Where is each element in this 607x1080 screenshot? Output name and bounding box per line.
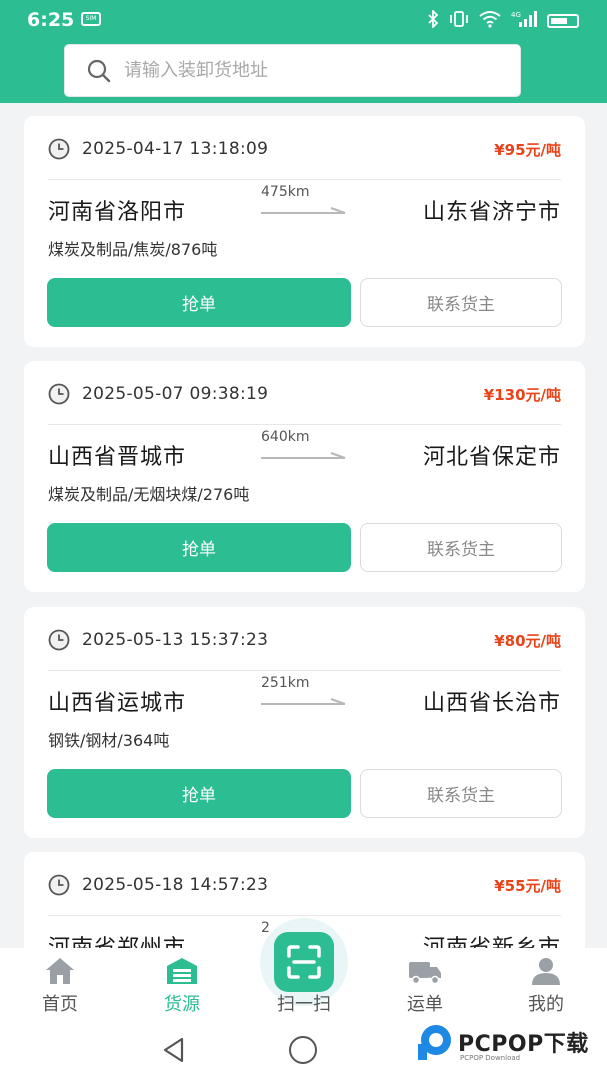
nav-waybill-label: 运单 [407, 994, 443, 1015]
scan-button[interactable] [274, 932, 334, 992]
contact-shipper-button[interactable]: 联系货主 [360, 769, 562, 818]
route-arrow-icon [261, 452, 346, 459]
nav-waybill[interactable]: 运单 [380, 948, 470, 1018]
watermark: PCPOP下载 PCPOP Download [416, 1022, 606, 1072]
nav-scan-label[interactable]: 扫一扫 [254, 990, 354, 1016]
cargo-description: 煤炭及制品/无烟块煤/276吨 [48, 485, 250, 504]
bluetooth-icon [427, 8, 439, 32]
contact-shipper-button[interactable]: 联系货主 [360, 278, 562, 327]
order-header: 2025-05-07 09:38:19 ¥130元/吨 [48, 379, 561, 409]
nav-home[interactable]: 首页 [15, 948, 105, 1018]
back-icon[interactable] [160, 1036, 188, 1064]
status-time: 6:25 [27, 9, 75, 31]
order-price: ¥55元/吨 [494, 876, 561, 895]
bottom-nav: 首页 货源 扫一扫 运单 我的 [0, 918, 607, 1018]
order-card: 2025-05-13 15:37:23 ¥80元/吨 山西省运城市 251km … [24, 607, 585, 838]
divider [48, 424, 561, 425]
watermark-subtitle: PCPOP Download [460, 1054, 521, 1062]
order-header: 2025-04-17 13:18:09 ¥95元/吨 [48, 134, 561, 164]
route-distance: 640km [261, 429, 310, 445]
search-icon [87, 59, 111, 82]
cargo-description: 煤炭及制品/焦炭/876吨 [48, 240, 218, 259]
route-destination: 山西省长治市 [422, 691, 561, 716]
header: 6:25 SIM 4G [0, 0, 607, 103]
truck-icon [409, 962, 441, 985]
scan-icon [287, 945, 321, 979]
user-icon [532, 958, 560, 985]
status-bar: 6:25 SIM 4G [0, 0, 607, 40]
order-header: 2025-05-18 14:57:23 ¥55元/吨 [48, 870, 561, 900]
app-screen: 6:25 SIM 4G 请输入装卸货地址 2025-04-17 13:18:09… [0, 0, 607, 1080]
route-distance: 251km [261, 675, 310, 691]
divider [48, 179, 561, 180]
route-origin: 山西省晋城市 [48, 445, 187, 470]
clock-icon [48, 383, 70, 405]
home-icon [46, 958, 74, 984]
watermark-logo-icon [418, 1025, 451, 1060]
order-price: ¥80元/吨 [494, 631, 561, 650]
clock-icon [48, 874, 70, 896]
search-input[interactable] [124, 60, 484, 81]
warehouse-icon [167, 958, 197, 984]
divider [48, 670, 561, 671]
nav-cargo[interactable]: 货源 [137, 948, 227, 1018]
order-time: 2025-05-13 15:37:23 [82, 630, 269, 650]
grab-order-button[interactable]: 抢单 [47, 523, 351, 572]
wifi-icon [479, 10, 501, 32]
clock-icon [48, 629, 70, 651]
search-box[interactable] [64, 44, 521, 97]
battery-icon [547, 14, 579, 28]
route-arrow-icon [261, 207, 346, 214]
order-card: 2025-04-17 13:18:09 ¥95元/吨 河南省洛阳市 475km … [24, 116, 585, 347]
sim-badge-icon: SIM [81, 12, 101, 26]
order-price: ¥130元/吨 [483, 385, 561, 404]
route-destination: 山东省济宁市 [422, 200, 561, 225]
home-circle-icon[interactable] [289, 1036, 317, 1064]
nav-home-label: 首页 [42, 994, 78, 1015]
svg-text:4G: 4G [511, 11, 521, 19]
route-origin: 河南省郑州市 [48, 930, 186, 948]
order-price: ¥95元/吨 [494, 140, 561, 159]
cargo-description: 钢铁/钢材/364吨 [48, 731, 170, 750]
nav-mine-label: 我的 [528, 994, 564, 1015]
order-header: 2025-05-13 15:37:23 ¥80元/吨 [48, 625, 561, 655]
route-distance: 475km [261, 184, 310, 200]
route-arrow-icon [261, 698, 346, 705]
route-destination: 河北省保定市 [422, 445, 561, 470]
nav-mine[interactable]: 我的 [501, 948, 591, 1018]
order-time: 2025-05-07 09:38:19 [82, 384, 269, 404]
order-time: 2025-05-18 14:57:23 [82, 875, 269, 895]
route-destination: 河南省新乡市 [423, 930, 561, 948]
order-card: 2025-05-07 09:38:19 ¥130元/吨 山西省晋城市 640km… [24, 361, 585, 592]
route-origin: 河南省洛阳市 [48, 200, 187, 225]
nav-cargo-label: 货源 [164, 994, 200, 1015]
vibrate-icon [449, 10, 469, 32]
order-list[interactable]: 2025-04-17 13:18:09 ¥95元/吨 河南省洛阳市 475km … [0, 103, 607, 948]
contact-shipper-button[interactable]: 联系货主 [360, 523, 562, 572]
order-time: 2025-04-17 13:18:09 [82, 139, 269, 159]
grab-order-button[interactable]: 抢单 [47, 769, 351, 818]
grab-order-button[interactable]: 抢单 [47, 278, 351, 327]
clock-icon [48, 138, 70, 160]
route-origin: 山西省运城市 [48, 691, 187, 716]
status-icons: 4G [427, 8, 579, 32]
signal-icon: 4G [511, 10, 537, 32]
divider [48, 915, 561, 916]
